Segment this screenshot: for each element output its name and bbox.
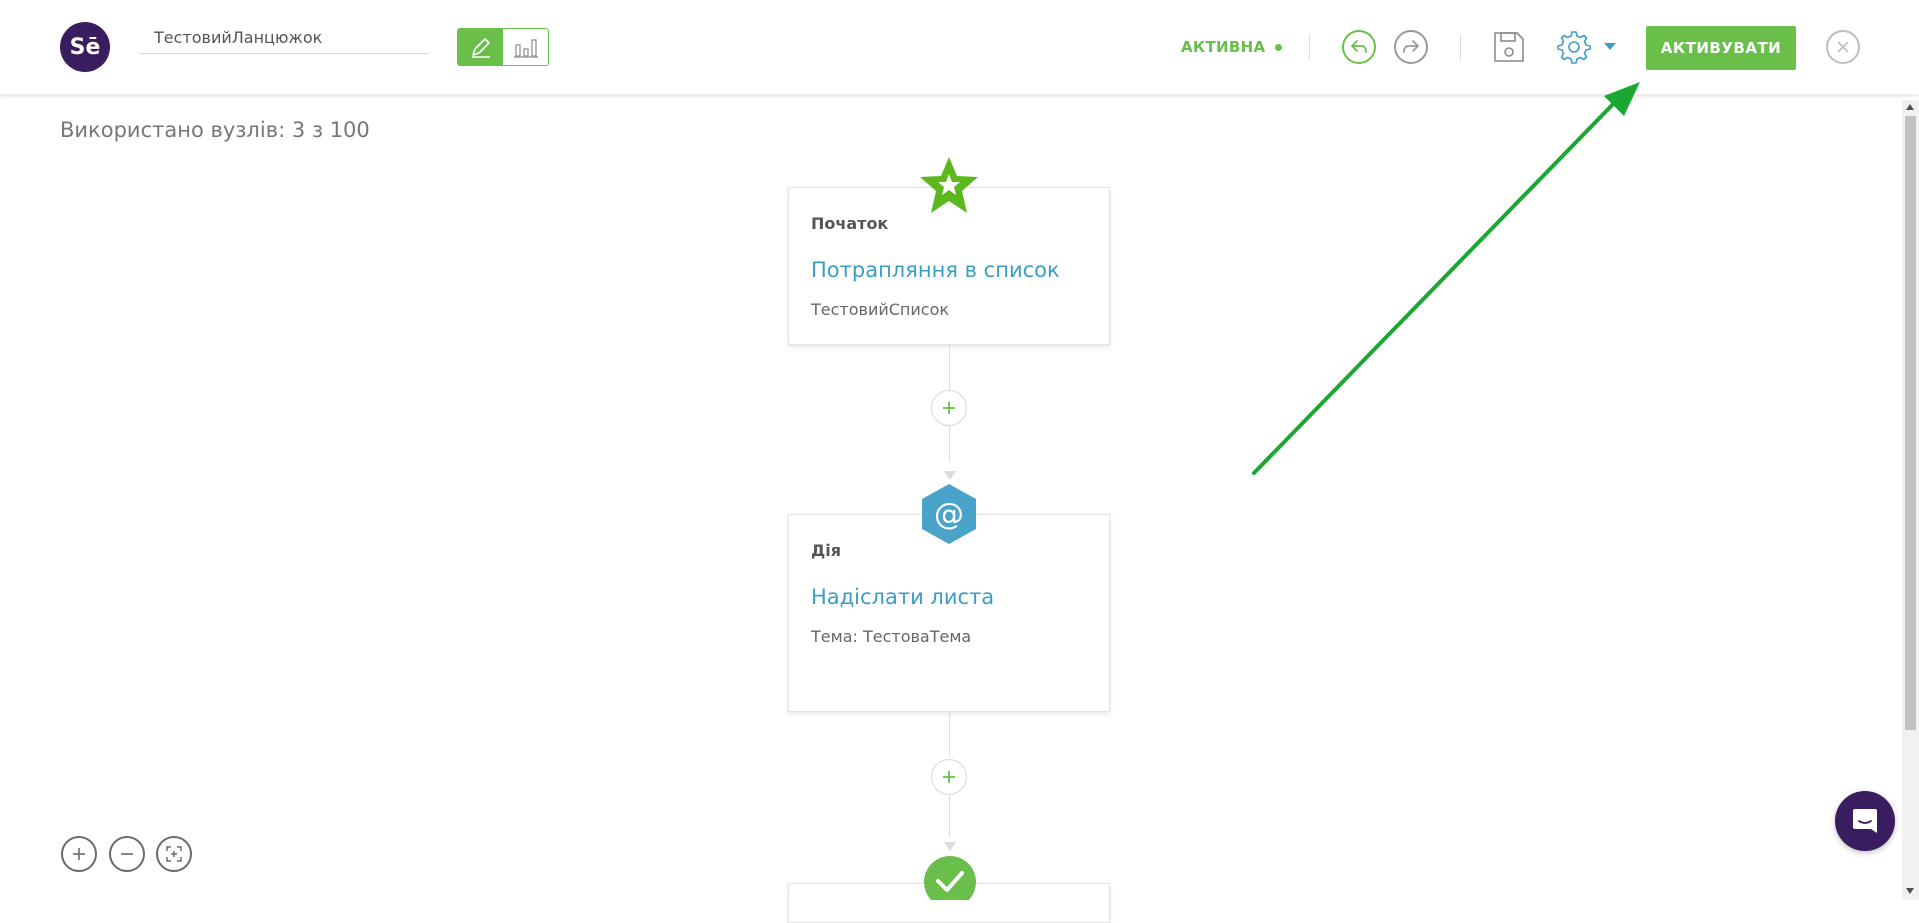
vertical-scrollbar[interactable]: [1902, 100, 1919, 900]
node-title[interactable]: Надіслати листа: [811, 585, 994, 609]
chain-status: АКТИВНА: [1181, 38, 1283, 56]
toolbar-divider: [1460, 34, 1461, 60]
at-sign-icon: @: [922, 484, 976, 544]
plus-icon: [73, 848, 85, 860]
status-dot: [1275, 43, 1283, 51]
logo-text: Sē: [69, 34, 101, 60]
node-type-label: Дія: [811, 541, 842, 560]
node-subtitle: Тема: ТестоваТема: [811, 627, 972, 646]
undo-button[interactable]: [1342, 30, 1376, 64]
node-title[interactable]: Потрапляння в список: [811, 258, 1060, 282]
scroll-thumb[interactable]: [1905, 116, 1916, 730]
mode-toggle: [457, 28, 549, 66]
add-node-button[interactable]: [931, 390, 967, 426]
app-logo[interactable]: Sē: [60, 22, 110, 72]
connector-line: [949, 426, 950, 462]
caret-down-icon[interactable]: [1604, 43, 1616, 50]
add-node-button[interactable]: [931, 759, 967, 795]
top-toolbar: Sē АКТИВНА: [0, 0, 1919, 94]
plus-icon: [943, 402, 955, 414]
toolbar-divider: [1309, 34, 1310, 60]
node-type-label: Початок: [811, 214, 889, 233]
chat-button[interactable]: [1835, 791, 1895, 851]
bar-chart-icon: [513, 39, 538, 58]
check-icon: [924, 856, 976, 900]
nodes-used-counter: Використано вузлів: 3 з 100: [60, 118, 370, 142]
fit-screen-button[interactable]: [156, 836, 192, 872]
minus-icon: [121, 853, 133, 855]
save-icon[interactable]: [1492, 30, 1526, 64]
activate-button[interactable]: АКТИВУВАТИ: [1646, 26, 1796, 70]
star-icon: [920, 157, 978, 213]
pencil-icon: [471, 38, 490, 58]
zoom-out-button[interactable]: [109, 836, 145, 872]
scroll-down-arrow[interactable]: [1906, 888, 1914, 894]
connector-arrow: [944, 471, 956, 480]
fit-screen-icon: [166, 846, 182, 862]
redo-button[interactable]: [1394, 30, 1428, 64]
close-button[interactable]: [1826, 30, 1860, 64]
node-subtitle: ТестовийСписок: [811, 300, 950, 319]
svg-text:@: @: [934, 497, 964, 532]
connector-line: [949, 712, 950, 756]
undo-icon: [1351, 40, 1367, 53]
status-label: АКТИВНА: [1181, 38, 1266, 56]
connector-line: [949, 795, 950, 837]
zoom-in-button[interactable]: [61, 836, 97, 872]
edit-mode-button[interactable]: [458, 29, 503, 65]
chain-name-input[interactable]: [140, 22, 428, 54]
scroll-up-arrow[interactable]: [1906, 104, 1914, 110]
plus-icon: [943, 771, 955, 783]
chat-icon: [1853, 809, 1877, 833]
stats-mode-button[interactable]: [503, 29, 548, 65]
close-icon: [1837, 41, 1849, 53]
connector-arrow: [944, 842, 956, 851]
gear-icon[interactable]: [1556, 29, 1592, 65]
redo-icon: [1403, 40, 1419, 53]
